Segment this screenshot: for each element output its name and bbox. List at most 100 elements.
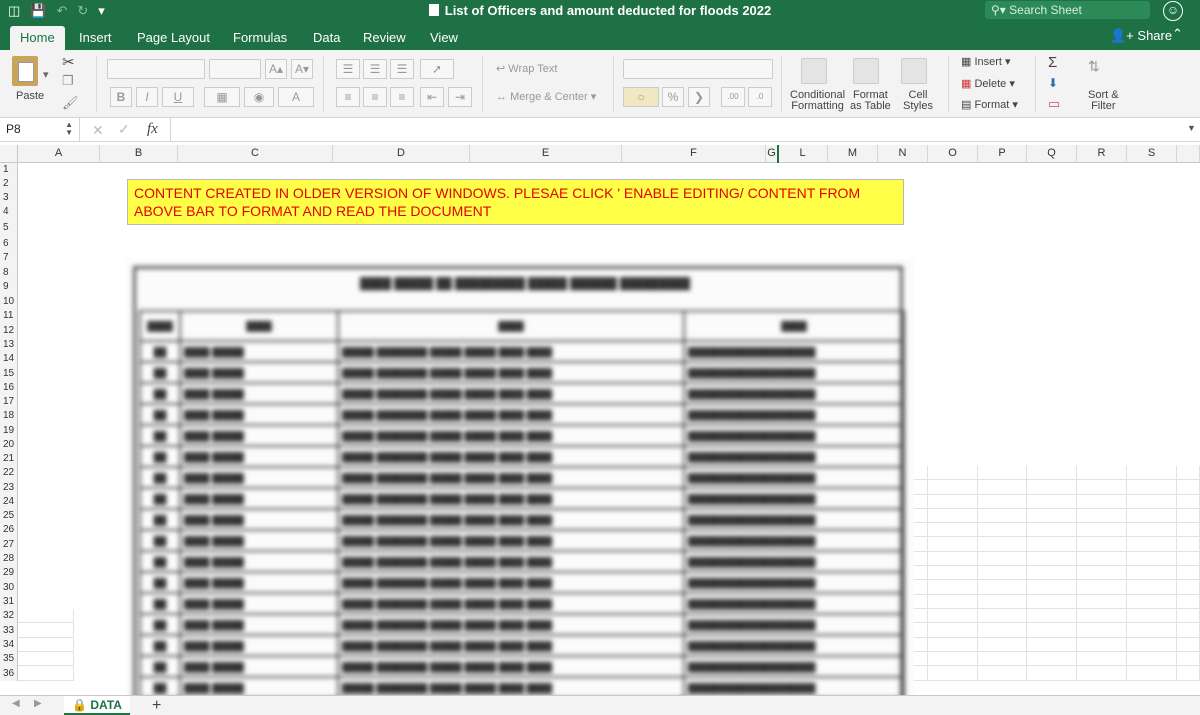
grid-cell[interactable] [18,638,74,652]
row-header-4[interactable]: 4 [0,205,18,219]
row-header-1[interactable]: 1 [0,163,18,177]
grid-cell[interactable] [978,595,1027,609]
grid-cell[interactable] [978,495,1027,509]
row-header-11[interactable]: 11 [0,309,18,323]
grid-cell[interactable] [978,466,1027,480]
tab-view[interactable]: View [420,26,468,50]
grid-cell[interactable] [1077,609,1127,623]
grid-cell[interactable] [978,609,1027,623]
column-header-c[interactable]: C [178,145,333,163]
grid-cell[interactable] [1027,566,1077,580]
increase-decimal-icon[interactable]: .00 [721,87,745,107]
decrease-decimal-icon[interactable]: .0 [748,87,772,107]
grid-cell[interactable] [1077,580,1127,595]
grid-cell[interactable] [1127,652,1177,666]
grid-cell[interactable] [928,523,978,537]
row-header-16[interactable]: 16 [0,381,18,395]
grid-cell[interactable] [1027,623,1077,638]
grid-cell[interactable] [1177,638,1200,652]
grid-cell[interactable] [978,523,1027,537]
grid-cell[interactable] [1127,609,1177,623]
formula-input[interactable] [170,118,1180,142]
grid-cell[interactable] [1077,595,1127,609]
sort-filter-icon[interactable]: ⇅ [1088,58,1100,75]
cell-styles-icon[interactable] [901,58,927,84]
grid-cell[interactable] [18,652,74,666]
format-as-table-icon[interactable] [853,58,879,84]
grid-cell[interactable] [1127,566,1177,580]
grid-cell[interactable] [978,509,1027,523]
collapse-ribbon-icon[interactable]: ⌃ [1172,26,1183,42]
grid-cell[interactable] [1177,523,1200,537]
grid-cell[interactable] [928,466,978,480]
grid-cell[interactable] [1077,523,1127,537]
grid-cell[interactable] [1027,537,1077,552]
name-box[interactable]: P8 ▲ ▼ [0,118,80,142]
row-header-36[interactable]: 36 [0,666,18,681]
format-cells-button[interactable]: ▤ Format ▾ [961,98,1018,111]
grid-cell[interactable] [1027,638,1077,652]
grid-cell[interactable] [1177,466,1200,480]
grid-cell[interactable] [1177,609,1200,623]
row-header-15[interactable]: 15 [0,366,18,381]
column-header-p[interactable]: P [978,145,1027,163]
row-header-33[interactable]: 33 [0,623,18,638]
row-header-9[interactable]: 9 [0,280,18,294]
wrap-text-button[interactable]: ↩ Wrap Text [496,62,557,75]
grid-cell[interactable] [928,495,978,509]
tab-formulas[interactable]: Formulas [223,26,297,50]
grid-cell[interactable] [1077,638,1127,652]
column-header-o[interactable]: O [928,145,978,163]
grid-cell[interactable] [978,537,1027,552]
share-button[interactable]: 👤+ Share [1110,28,1172,44]
grid-cell[interactable] [928,609,978,623]
grid-cell[interactable] [1027,466,1077,480]
number-format-select[interactable] [623,59,773,79]
italic-button[interactable]: I [136,87,158,107]
row-header-20[interactable]: 20 [0,438,18,452]
row-header-24[interactable]: 24 [0,495,18,509]
tab-page-layout[interactable]: Page Layout [127,26,220,50]
grid-cell[interactable] [1177,495,1200,509]
row-header-26[interactable]: 26 [0,523,18,537]
grid-cell[interactable] [928,638,978,652]
decrease-indent-icon[interactable]: ⇤ [420,87,444,107]
search-sheet-input[interactable]: ⚲▾ Search Sheet [985,1,1150,19]
row-header-2[interactable]: 2 [0,177,18,191]
conditional-formatting-icon[interactable] [801,58,827,84]
font-color-icon[interactable]: A [278,87,314,107]
font-size-select[interactable] [209,59,261,79]
feedback-smiley-icon[interactable]: ☺ [1163,1,1183,21]
tab-review[interactable]: Review [353,26,416,50]
grid-cell[interactable] [1027,652,1077,666]
grid-cell[interactable] [928,566,978,580]
grid-cell[interactable] [1177,566,1200,580]
add-sheet-button[interactable]: + [152,696,161,715]
grid-cell[interactable] [1027,552,1077,566]
align-left-icon[interactable]: ≡ [336,87,360,107]
align-center-icon[interactable]: ≡ [363,87,387,107]
paste-icon[interactable] [12,56,38,86]
grid-cell[interactable] [928,580,978,595]
confirm-formula-icon[interactable]: ✓ [118,121,130,138]
align-top-icon[interactable]: ☰ [336,59,360,79]
row-header-27[interactable]: 27 [0,537,18,552]
row-header-13[interactable]: 13 [0,338,18,352]
grid-cell[interactable] [1027,580,1077,595]
next-sheet-icon[interactable]: ▶ [34,698,42,709]
grid-cell[interactable] [1027,609,1077,623]
grid-cell[interactable] [1077,566,1127,580]
column-header-e[interactable]: E [470,145,622,163]
grid-cell[interactable] [978,652,1027,666]
grid-cell[interactable] [1177,666,1200,681]
row-header-14[interactable]: 14 [0,352,18,366]
grid-cell[interactable] [1077,623,1127,638]
column-header-q[interactable]: Q [1027,145,1077,163]
borders-icon[interactable]: ▦ [204,87,240,107]
grid-cell[interactable] [978,566,1027,580]
grid-cell[interactable] [978,580,1027,595]
cell-styles-button[interactable]: Cell Styles [903,90,933,112]
autosum-icon[interactable]: Σ [1048,54,1057,71]
row-header-30[interactable]: 30 [0,580,18,595]
underline-button[interactable]: U [162,87,194,107]
